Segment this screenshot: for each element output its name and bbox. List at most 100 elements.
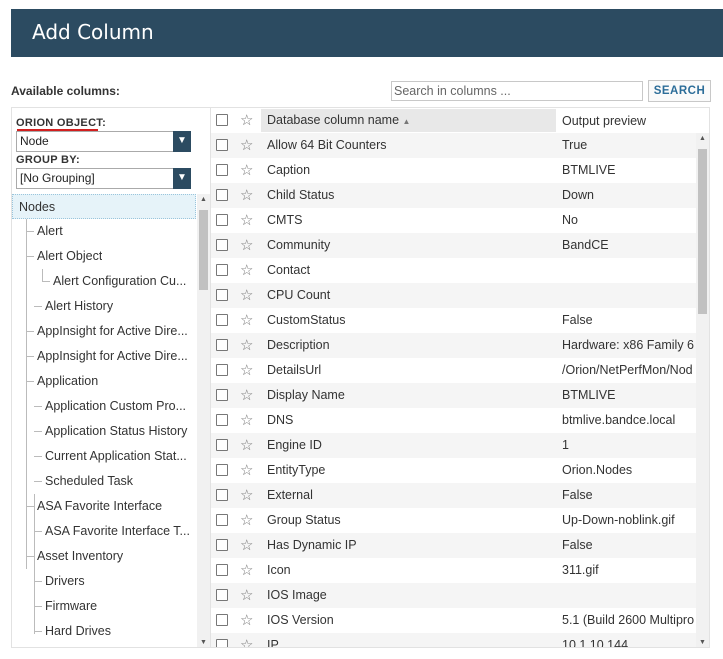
star-icon[interactable]: ☆	[240, 583, 253, 608]
table-row[interactable]: ☆ CustomStatus False	[211, 308, 696, 333]
star-icon[interactable]: ☆	[240, 133, 253, 158]
row-checkbox[interactable]	[216, 139, 228, 151]
row-checkbox[interactable]	[216, 164, 228, 176]
star-icon[interactable]: ☆	[240, 283, 253, 308]
orion-object-select[interactable]: Node ▼	[16, 131, 191, 152]
select-all-checkbox[interactable]	[216, 114, 228, 126]
scrollbar-thumb[interactable]	[698, 149, 707, 314]
row-checkbox[interactable]	[216, 364, 228, 376]
tree-item[interactable]: Alert Object	[37, 244, 102, 269]
tree-item[interactable]: Scheduled Task	[45, 469, 133, 494]
row-checkbox[interactable]	[216, 489, 228, 501]
scrollbar-thumb[interactable]	[199, 210, 208, 290]
star-icon[interactable]: ☆	[240, 458, 253, 483]
row-checkbox[interactable]	[216, 614, 228, 626]
row-checkbox[interactable]	[216, 589, 228, 601]
row-checkbox[interactable]	[216, 564, 228, 576]
table-row[interactable]: ☆ Child Status Down	[211, 183, 696, 208]
row-checkbox[interactable]	[216, 314, 228, 326]
star-icon[interactable]: ☆	[240, 408, 253, 433]
grid-scrollbar[interactable]: ▲ ▼	[696, 133, 709, 647]
column-name-cell: CPU Count	[267, 288, 331, 302]
star-icon[interactable]: ☆	[240, 533, 253, 558]
column-header-preview[interactable]: Output preview	[562, 109, 696, 134]
table-row[interactable]: ☆ Community BandCE	[211, 233, 696, 258]
star-icon[interactable]: ☆	[240, 258, 253, 283]
chevron-down-icon[interactable]: ▼	[173, 131, 191, 152]
search-button[interactable]: SEARCH	[648, 80, 711, 102]
table-row[interactable]: ☆ CMTS No	[211, 208, 696, 233]
tree-item[interactable]: ASA Favorite Interface	[37, 494, 162, 519]
scroll-down-icon[interactable]: ▼	[696, 637, 709, 647]
chevron-down-icon[interactable]: ▼	[173, 168, 191, 189]
star-icon[interactable]: ☆	[240, 433, 253, 458]
row-checkbox[interactable]	[216, 264, 228, 276]
row-checkbox[interactable]	[216, 289, 228, 301]
tree-item[interactable]: ASA Favorite Interface T...	[45, 519, 196, 544]
star-icon[interactable]: ☆	[240, 208, 253, 233]
table-row[interactable]: ☆ Display Name BTMLIVE	[211, 383, 696, 408]
tree-item[interactable]: AppInsight for Active Dire...	[37, 344, 196, 369]
row-checkbox[interactable]	[216, 389, 228, 401]
group-by-select[interactable]: [No Grouping] ▼	[16, 168, 191, 189]
tree-item[interactable]: Firmware	[45, 594, 97, 619]
table-row[interactable]: ☆ Engine ID 1	[211, 433, 696, 458]
star-icon[interactable]: ☆	[240, 483, 253, 508]
search-input[interactable]	[391, 81, 643, 101]
star-icon[interactable]: ☆	[240, 158, 253, 183]
table-row[interactable]: ☆ DNS btmlive.bandce.local	[211, 408, 696, 433]
star-icon[interactable]: ☆	[240, 358, 253, 383]
tree-item[interactable]: Hard Drives	[45, 619, 111, 644]
table-row[interactable]: ☆ Description Hardware: x86 Family 6	[211, 333, 696, 358]
tree-item[interactable]: Alert Configuration Cu...	[53, 269, 196, 294]
row-checkbox[interactable]	[216, 514, 228, 526]
table-row[interactable]: ☆ Allow 64 Bit Counters True	[211, 133, 696, 158]
table-row[interactable]: ☆ Contact	[211, 258, 696, 283]
row-checkbox[interactable]	[216, 539, 228, 551]
table-row[interactable]: ☆ CPU Count	[211, 283, 696, 308]
star-icon[interactable]: ☆	[240, 108, 253, 133]
table-row[interactable]: ☆ Icon 311.gif	[211, 558, 696, 583]
row-checkbox[interactable]	[216, 414, 228, 426]
row-checkbox[interactable]	[216, 339, 228, 351]
row-checkbox[interactable]	[216, 439, 228, 451]
table-row[interactable]: ☆ Caption BTMLIVE	[211, 158, 696, 183]
row-checkbox[interactable]	[216, 239, 228, 251]
row-checkbox[interactable]	[216, 464, 228, 476]
tree-item[interactable]: Asset Inventory	[37, 544, 123, 569]
table-row[interactable]: ☆ External False	[211, 483, 696, 508]
row-checkbox[interactable]	[216, 639, 228, 647]
tree-scrollbar[interactable]: ▲ ▼	[197, 194, 210, 647]
table-row[interactable]: ☆ Group Status Up-Down-noblink.gif	[211, 508, 696, 533]
tree-item[interactable]: Application Status History	[45, 419, 196, 444]
star-icon[interactable]: ☆	[240, 508, 253, 533]
star-icon[interactable]: ☆	[240, 558, 253, 583]
row-checkbox[interactable]	[216, 214, 228, 226]
star-icon[interactable]: ☆	[240, 383, 253, 408]
tree-item[interactable]: Alert History	[45, 294, 113, 319]
scroll-down-icon[interactable]: ▼	[197, 637, 210, 647]
tree-item-nodes[interactable]: Nodes	[12, 194, 196, 219]
table-row[interactable]: ☆ IOS Version 5.1 (Build 2600 Multipro	[211, 608, 696, 633]
tree-item[interactable]: Drivers	[45, 569, 85, 594]
table-row[interactable]: ☆ EntityType Orion.Nodes	[211, 458, 696, 483]
table-row[interactable]: ☆ IOS Image	[211, 583, 696, 608]
row-checkbox[interactable]	[216, 189, 228, 201]
column-header-name[interactable]: Database column name ▲	[261, 109, 556, 132]
scroll-up-icon[interactable]: ▲	[197, 194, 210, 206]
scroll-up-icon[interactable]: ▲	[696, 133, 709, 145]
tree-item[interactable]: Alert	[37, 219, 63, 244]
star-icon[interactable]: ☆	[240, 608, 253, 633]
table-row[interactable]: ☆ IP 10.1.10.144	[211, 633, 696, 647]
star-icon[interactable]: ☆	[240, 233, 253, 258]
table-row[interactable]: ☆ Has Dynamic IP False	[211, 533, 696, 558]
star-icon[interactable]: ☆	[240, 333, 253, 358]
tree-item[interactable]: Application Custom Pro...	[45, 394, 196, 419]
tree-item[interactable]: Current Application Stat...	[45, 444, 196, 469]
table-row[interactable]: ☆ DetailsUrl/Orion/NetPerfMon/Nod	[211, 358, 696, 383]
star-icon[interactable]: ☆	[240, 633, 253, 647]
star-icon[interactable]: ☆	[240, 308, 253, 333]
star-icon[interactable]: ☆	[240, 183, 253, 208]
tree-item[interactable]: AppInsight for Active Dire...	[37, 319, 196, 344]
tree-item[interactable]: Application	[37, 369, 98, 394]
